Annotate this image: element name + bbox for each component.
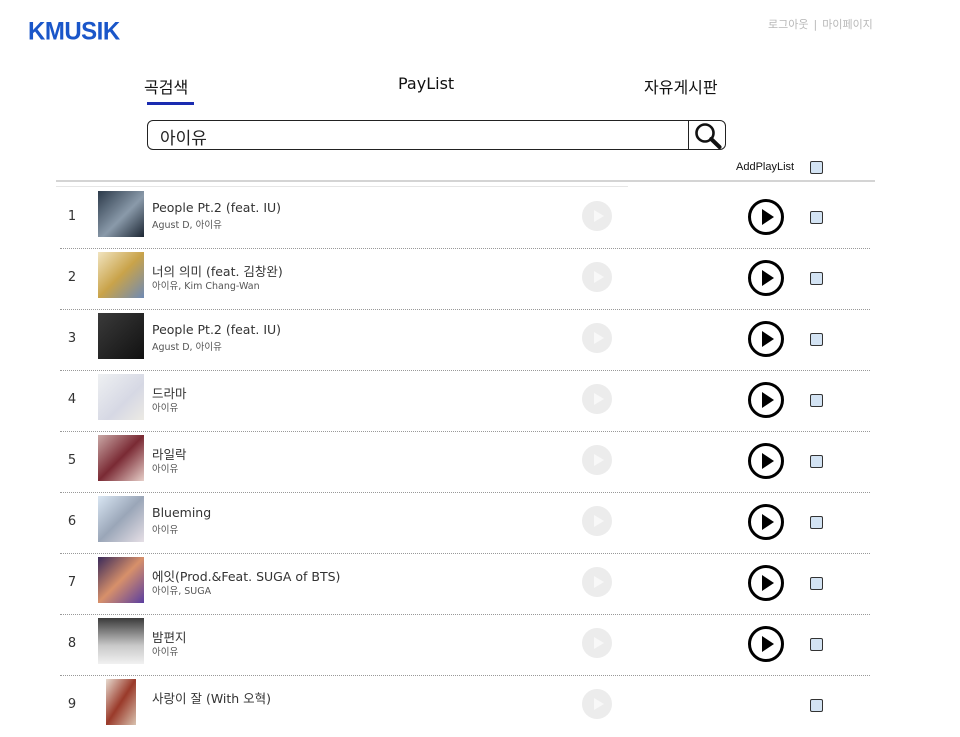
add-to-playlist-checkbox[interactable] bbox=[810, 211, 823, 224]
preview-play-button[interactable] bbox=[582, 689, 612, 719]
song-artist[interactable]: Agust D, 아이유 bbox=[152, 339, 222, 353]
tab-song-search[interactable]: 곡검색 bbox=[144, 74, 188, 98]
song-artist[interactable]: 아이유, SUGA bbox=[152, 583, 211, 597]
play-icon bbox=[748, 504, 784, 540]
preview-play-button[interactable] bbox=[582, 384, 612, 414]
song-rank: 1 bbox=[67, 209, 77, 224]
play-icon bbox=[748, 260, 784, 296]
mypage-link[interactable]: 마이페이지 bbox=[822, 18, 873, 31]
play-button[interactable] bbox=[747, 259, 785, 297]
active-tab-underline bbox=[147, 102, 194, 105]
album-art-image bbox=[98, 435, 144, 481]
album-art-image bbox=[98, 191, 144, 237]
song-rank: 3 bbox=[67, 331, 77, 346]
play-button[interactable] bbox=[747, 564, 785, 602]
song-rank: 4 bbox=[67, 392, 77, 407]
add-playlist-label: AddPlayList bbox=[736, 161, 795, 173]
song-row: 3 People Pt.2 (feat. IU) Agust D, 아이유 bbox=[58, 310, 870, 371]
add-to-playlist-checkbox[interactable] bbox=[810, 333, 823, 346]
preview-play-button[interactable] bbox=[582, 323, 612, 353]
song-row: 4 드라마 아이유 bbox=[58, 371, 870, 432]
add-to-playlist-checkbox[interactable] bbox=[810, 516, 823, 529]
song-rank: 6 bbox=[67, 514, 77, 529]
album-cover[interactable] bbox=[98, 374, 144, 420]
album-art-image bbox=[106, 679, 136, 725]
album-art-image bbox=[98, 496, 144, 542]
song-row: 7 에잇(Prod.&Feat. SUGA of BTS) 아이유, SUGA bbox=[58, 554, 870, 615]
select-all-checkbox[interactable] bbox=[810, 161, 823, 174]
add-to-playlist-checkbox[interactable] bbox=[810, 272, 823, 285]
preview-play-button[interactable] bbox=[582, 567, 612, 597]
song-title[interactable]: 사랑이 잘 (With 오혁) bbox=[152, 688, 271, 707]
song-artist[interactable]: 아이유 bbox=[152, 644, 178, 658]
album-art-image bbox=[98, 313, 144, 359]
song-row: 5 라일락 아이유 bbox=[58, 432, 870, 493]
song-title[interactable]: People Pt.2 (feat. IU) bbox=[152, 200, 281, 215]
preview-play-button[interactable] bbox=[582, 445, 612, 475]
preview-play-button[interactable] bbox=[582, 262, 612, 292]
tab-free-board[interactable]: 자유게시판 bbox=[644, 74, 718, 98]
song-title[interactable]: People Pt.2 (feat. IU) bbox=[152, 322, 281, 337]
play-button[interactable] bbox=[747, 198, 785, 236]
tab-playlist[interactable]: PayList bbox=[398, 74, 454, 93]
play-icon bbox=[748, 199, 784, 235]
logout-link[interactable]: 로그아웃 bbox=[768, 18, 808, 31]
album-cover[interactable] bbox=[98, 496, 144, 542]
list-header-subdivider bbox=[56, 186, 628, 187]
add-to-playlist-checkbox[interactable] bbox=[810, 394, 823, 407]
add-to-playlist-checkbox[interactable] bbox=[810, 638, 823, 651]
play-icon bbox=[748, 443, 784, 479]
song-title[interactable]: Blueming bbox=[152, 505, 211, 520]
song-rank: 7 bbox=[67, 575, 77, 590]
song-artist[interactable]: 아이유 bbox=[152, 461, 178, 475]
album-art-image bbox=[98, 374, 144, 420]
preview-play-button[interactable] bbox=[582, 628, 612, 658]
song-artist[interactable]: Agust D, 아이유 bbox=[152, 217, 222, 231]
play-button[interactable] bbox=[747, 625, 785, 663]
album-cover[interactable] bbox=[98, 435, 144, 481]
song-rank: 8 bbox=[67, 636, 77, 651]
kmusik-logo[interactable]: KMUSIK bbox=[28, 17, 120, 46]
play-button[interactable] bbox=[747, 442, 785, 480]
song-row: 1 People Pt.2 (feat. IU) Agust D, 아이유 bbox=[58, 188, 870, 249]
add-to-playlist-checkbox[interactable] bbox=[810, 699, 823, 712]
song-artist[interactable]: 아이유, Kim Chang-Wan bbox=[152, 278, 260, 292]
album-art-image bbox=[98, 618, 144, 664]
song-row: 8 밤편지 아이유 bbox=[58, 615, 870, 676]
song-row: 6 Blueming 아이유 bbox=[58, 493, 870, 554]
play-icon bbox=[748, 321, 784, 357]
play-button[interactable] bbox=[747, 503, 785, 541]
list-header-divider bbox=[56, 180, 875, 182]
album-cover[interactable] bbox=[98, 679, 144, 725]
album-cover[interactable] bbox=[98, 252, 144, 298]
link-divider: | bbox=[813, 18, 818, 31]
song-rank: 5 bbox=[67, 453, 77, 468]
song-row: 2 너의 의미 (feat. 김창완) 아이유, Kim Chang-Wan bbox=[58, 249, 870, 310]
song-artist[interactable]: 아이유 bbox=[152, 522, 178, 536]
song-row: 9 사랑이 잘 (With 오혁) bbox=[58, 676, 870, 737]
album-cover[interactable] bbox=[98, 191, 144, 237]
preview-play-button[interactable] bbox=[582, 506, 612, 536]
album-cover[interactable] bbox=[98, 557, 144, 603]
album-art-image bbox=[98, 252, 144, 298]
search-bar bbox=[147, 120, 726, 150]
song-rank: 9 bbox=[67, 697, 77, 712]
play-button[interactable] bbox=[747, 320, 785, 358]
add-to-playlist-checkbox[interactable] bbox=[810, 577, 823, 590]
album-art-image bbox=[98, 557, 144, 603]
play-button[interactable] bbox=[747, 381, 785, 419]
song-artist[interactable]: 아이유 bbox=[152, 400, 178, 414]
search-input[interactable] bbox=[158, 123, 682, 149]
song-rank: 2 bbox=[67, 270, 77, 285]
add-to-playlist-checkbox[interactable] bbox=[810, 455, 823, 468]
album-cover[interactable] bbox=[98, 313, 144, 359]
preview-play-button[interactable] bbox=[582, 201, 612, 231]
play-icon bbox=[748, 565, 784, 601]
top-links: 로그아웃 | 마이페이지 bbox=[768, 16, 873, 32]
play-icon bbox=[748, 382, 784, 418]
search-button[interactable] bbox=[689, 121, 726, 149]
album-cover[interactable] bbox=[98, 618, 144, 664]
play-icon bbox=[748, 626, 784, 662]
magnifier-icon bbox=[694, 122, 721, 149]
